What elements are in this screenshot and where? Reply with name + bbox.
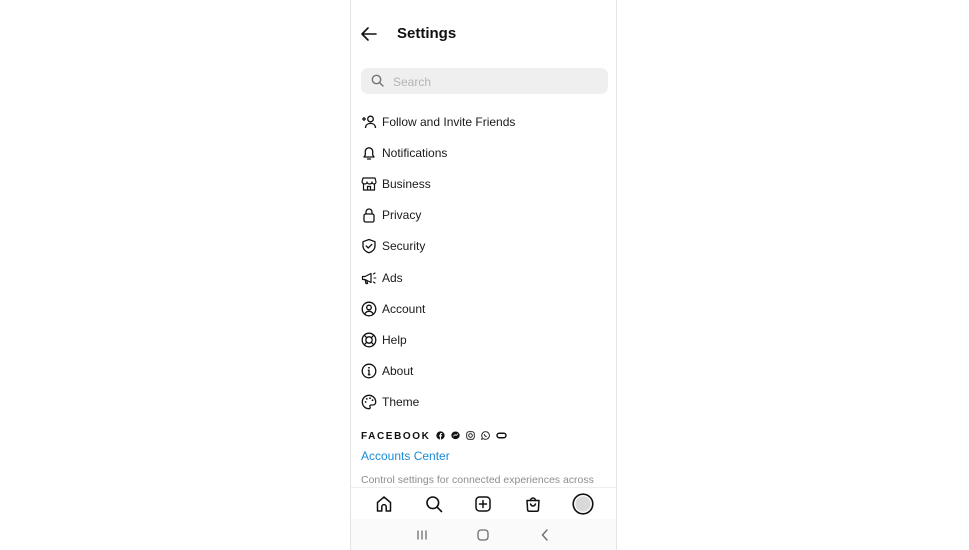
facebook-icon: [436, 427, 446, 445]
recent-apps-icon: [417, 530, 427, 539]
add-person-icon: [361, 114, 377, 130]
page-title: Settings: [397, 25, 457, 42]
menu-item-business[interactable]: Business: [361, 168, 616, 199]
menu-item-security[interactable]: Security: [361, 231, 616, 262]
menu-item-privacy[interactable]: Privacy: [361, 200, 616, 231]
menu-item-label: Follow and Invite Friends: [382, 114, 516, 129]
menu-item-label: Business: [382, 176, 431, 191]
search-icon: [425, 495, 442, 512]
recent-apps-button[interactable]: [412, 525, 432, 545]
settings-menu: Follow and Invite Friends Notifications …: [361, 106, 616, 418]
tab-home[interactable]: [372, 492, 396, 516]
instagram-icon: [466, 427, 476, 445]
phone-screen: Settings Follow and Invite Friends Notif…: [350, 0, 617, 550]
system-navigation-bar: [351, 519, 616, 550]
menu-item-label: Theme: [382, 395, 420, 410]
menu-item-account[interactable]: Account: [361, 293, 616, 324]
search-input[interactable]: [391, 68, 595, 96]
accounts-center-description: Control settings for connected experienc…: [361, 474, 594, 486]
header: Settings: [351, 18, 616, 50]
menu-item-label: About: [382, 364, 414, 379]
storefront-icon: [361, 176, 377, 192]
arrow-left-icon: [361, 27, 377, 41]
menu-item-label: Notifications: [382, 145, 448, 160]
facebook-section-header: FACEBOOK: [361, 427, 509, 445]
tab-search[interactable]: [422, 492, 446, 516]
facebook-wordmark: FACEBOOK: [361, 430, 431, 442]
menu-item-follow-invite[interactable]: Follow and Invite Friends: [361, 106, 616, 137]
menu-item-about[interactable]: About: [361, 356, 616, 387]
lifebuoy-icon: [361, 332, 377, 348]
menu-item-label: Security: [382, 239, 426, 254]
tab-shop[interactable]: [521, 492, 545, 516]
menu-item-label: Account: [382, 301, 426, 316]
bottom-tab-bar: [351, 487, 616, 519]
person-circle-icon: [361, 301, 377, 317]
tab-create[interactable]: [471, 492, 495, 516]
menu-item-label: Privacy: [382, 208, 422, 223]
oculus-icon: [496, 427, 508, 445]
back-button[interactable]: [360, 25, 378, 43]
menu-item-label: Help: [382, 332, 407, 347]
menu-item-ads[interactable]: Ads: [361, 262, 616, 293]
search-icon: [371, 74, 384, 87]
messenger-icon: [451, 427, 461, 445]
lock-icon: [361, 207, 377, 223]
back-icon: [541, 528, 548, 541]
system-home-button[interactable]: [473, 525, 493, 545]
palette-icon: [361, 394, 377, 410]
whatsapp-icon: [481, 427, 491, 445]
system-back-button[interactable]: [535, 525, 555, 545]
shop-icon: [526, 496, 541, 512]
info-icon: [361, 363, 377, 379]
accounts-center-link[interactable]: Accounts Center: [361, 449, 450, 463]
tab-profile[interactable]: [571, 492, 595, 516]
create-icon: [475, 495, 492, 512]
megaphone-icon: [361, 270, 377, 286]
menu-item-help[interactable]: Help: [361, 324, 616, 355]
meta-apps-icons: [436, 427, 508, 445]
profile-avatar: [572, 492, 594, 515]
menu-item-label: Ads: [382, 270, 403, 285]
menu-item-theme[interactable]: Theme: [361, 387, 616, 418]
bell-icon: [361, 145, 377, 161]
home-button-icon: [477, 528, 490, 541]
menu-item-notifications[interactable]: Notifications: [361, 137, 616, 168]
shield-check-icon: [361, 238, 377, 254]
search-bar[interactable]: [361, 68, 608, 96]
home-icon: [376, 495, 392, 512]
